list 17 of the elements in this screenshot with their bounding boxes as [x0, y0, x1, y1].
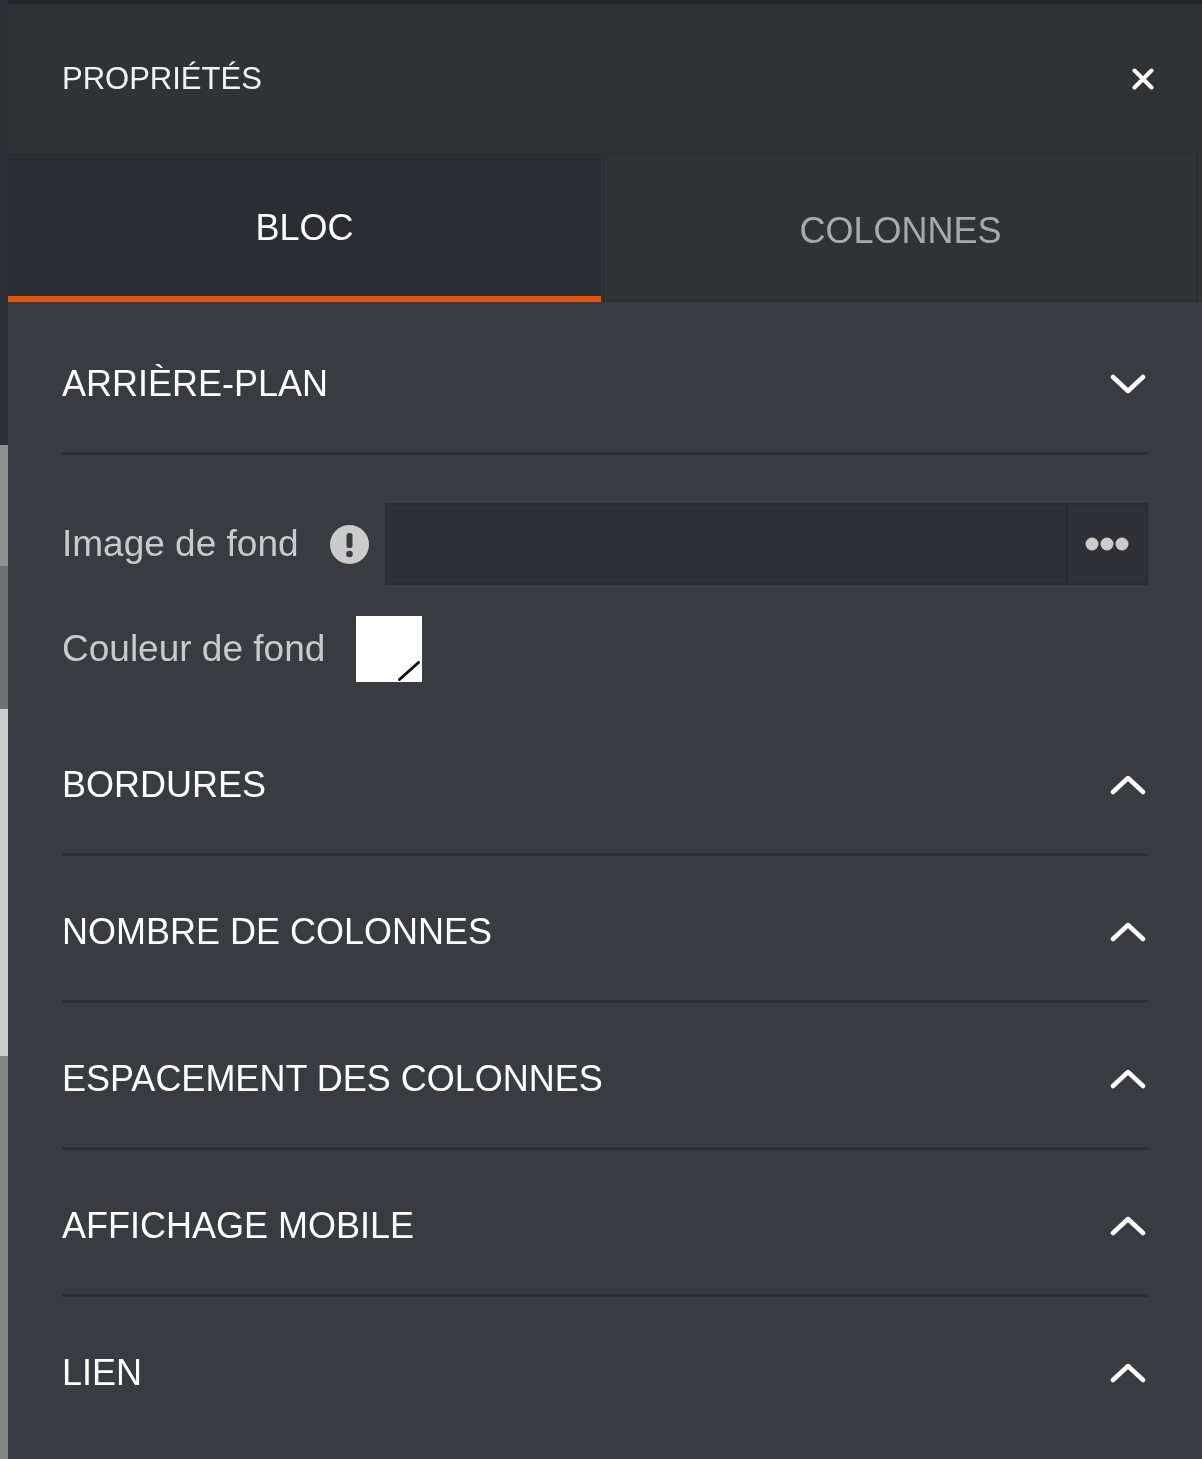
section-header[interactable]: AFFICHAGE MOBILE: [62, 1150, 1148, 1297]
more-dots-icon: [1085, 537, 1129, 551]
panel-title: PROPRIÉTÉS: [62, 59, 262, 98]
color-swatch[interactable]: [356, 616, 423, 682]
field-label: Couleur de fond: [62, 626, 326, 671]
diagonal-line-icon: [398, 661, 421, 681]
tab[interactable]: BLOC: [8, 153, 601, 302]
close-icon: [1132, 67, 1154, 90]
close-button[interactable]: [1132, 67, 1154, 90]
tab[interactable]: COLONNES: [603, 153, 1198, 302]
section-header[interactable]: LIEN: [62, 1297, 1148, 1444]
section-header[interactable]: ARRIÈRE-PLAN: [62, 308, 1148, 455]
section-header[interactable]: BORDURES: [62, 709, 1148, 856]
section-header[interactable]: ESPACEMENT DES COLONNES: [62, 1003, 1148, 1150]
section-header[interactable]: NOMBRE DE COLONNES: [62, 856, 1148, 1003]
browse-button[interactable]: [1066, 503, 1148, 585]
field-label: Image de fond: [62, 521, 299, 566]
